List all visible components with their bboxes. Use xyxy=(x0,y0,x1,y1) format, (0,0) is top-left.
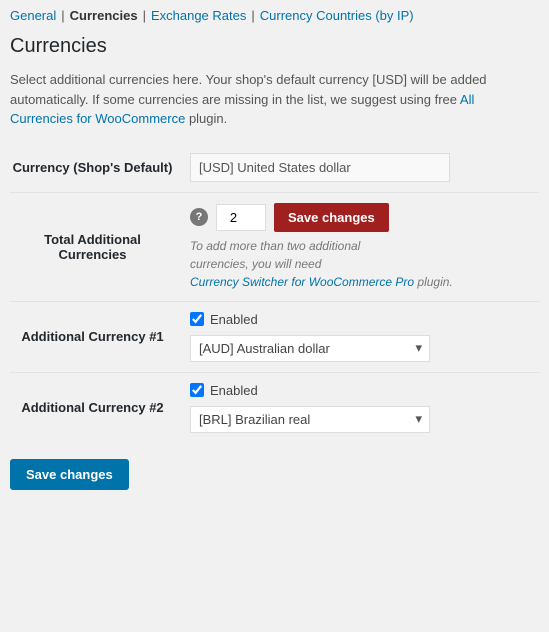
default-currency-td xyxy=(190,143,539,193)
nav-sep-3: | xyxy=(251,8,254,23)
additional-currency-1-td: Enabled [AUD] Australian dollar [USD] Un… xyxy=(190,301,539,372)
total-currencies-row: Total Additional Currencies ? Save chang… xyxy=(10,192,539,301)
nav-sep-2: | xyxy=(143,8,146,23)
currency-switcher-link[interactable]: Currency Switcher for WooCommerce Pro xyxy=(190,275,414,289)
nav-sep-1: | xyxy=(61,8,64,23)
help-icon[interactable]: ? xyxy=(190,208,208,226)
total-currencies-inline: ? Save changes xyxy=(190,203,539,232)
nav-tabs: General | Currencies | Exchange Rates | … xyxy=(10,0,539,23)
additional-currency-1-label: Additional Currency #1 xyxy=(10,301,190,372)
additional-currency-2-select[interactable]: [BRL] Brazilian real [USD] United States… xyxy=(190,406,430,433)
additional-currency-2-checkbox[interactable] xyxy=(190,383,204,397)
additional-currency-2-enabled-label: Enabled xyxy=(210,383,258,398)
total-currencies-td: ? Save changes To add more than two addi… xyxy=(190,192,539,301)
additional-currency-1-select-wrap: [AUD] Australian dollar [USD] United Sta… xyxy=(190,335,430,362)
default-currency-label: Currency (Shop's Default) xyxy=(10,143,190,193)
additional-currency-2-enabled-row: Enabled xyxy=(190,383,539,398)
additional-currency-2-td: Enabled [BRL] Brazilian real [USD] Unite… xyxy=(190,372,539,443)
additional-currency-2-row: Additional Currency #2 Enabled [BRL] Bra… xyxy=(10,372,539,443)
additional-currency-1-row: Additional Currency #1 Enabled [AUD] Aus… xyxy=(10,301,539,372)
nav-general[interactable]: General xyxy=(10,8,56,23)
currency-note: To add more than two additional currenci… xyxy=(190,237,539,291)
additional-currency-2-select-wrap: [BRL] Brazilian real [USD] United States… xyxy=(190,406,430,433)
settings-form: Currency (Shop's Default) Total Addition… xyxy=(10,143,539,443)
default-currency-input xyxy=(190,153,450,182)
save-changes-bottom-button[interactable]: Save changes xyxy=(10,459,129,490)
additional-currency-1-checkbox[interactable] xyxy=(190,312,204,326)
total-currencies-input[interactable] xyxy=(216,204,266,231)
save-changes-top-button[interactable]: Save changes xyxy=(274,203,389,232)
additional-currency-1-enabled-label: Enabled xyxy=(210,312,258,327)
nav-currencies[interactable]: Currencies xyxy=(70,8,138,23)
page-title: Currencies xyxy=(10,35,539,58)
nav-exchange-rates[interactable]: Exchange Rates xyxy=(151,8,246,23)
additional-currency-1-select[interactable]: [AUD] Australian dollar [USD] United Sta… xyxy=(190,335,430,362)
additional-currency-2-label: Additional Currency #2 xyxy=(10,372,190,443)
default-currency-row: Currency (Shop's Default) xyxy=(10,143,539,193)
total-currencies-label: Total Additional Currencies xyxy=(10,192,190,301)
additional-currency-1-enabled-row: Enabled xyxy=(190,312,539,327)
page-description: Select additional currencies here. Your … xyxy=(10,70,539,129)
nav-currency-countries[interactable]: Currency Countries (by IP) xyxy=(260,8,414,23)
